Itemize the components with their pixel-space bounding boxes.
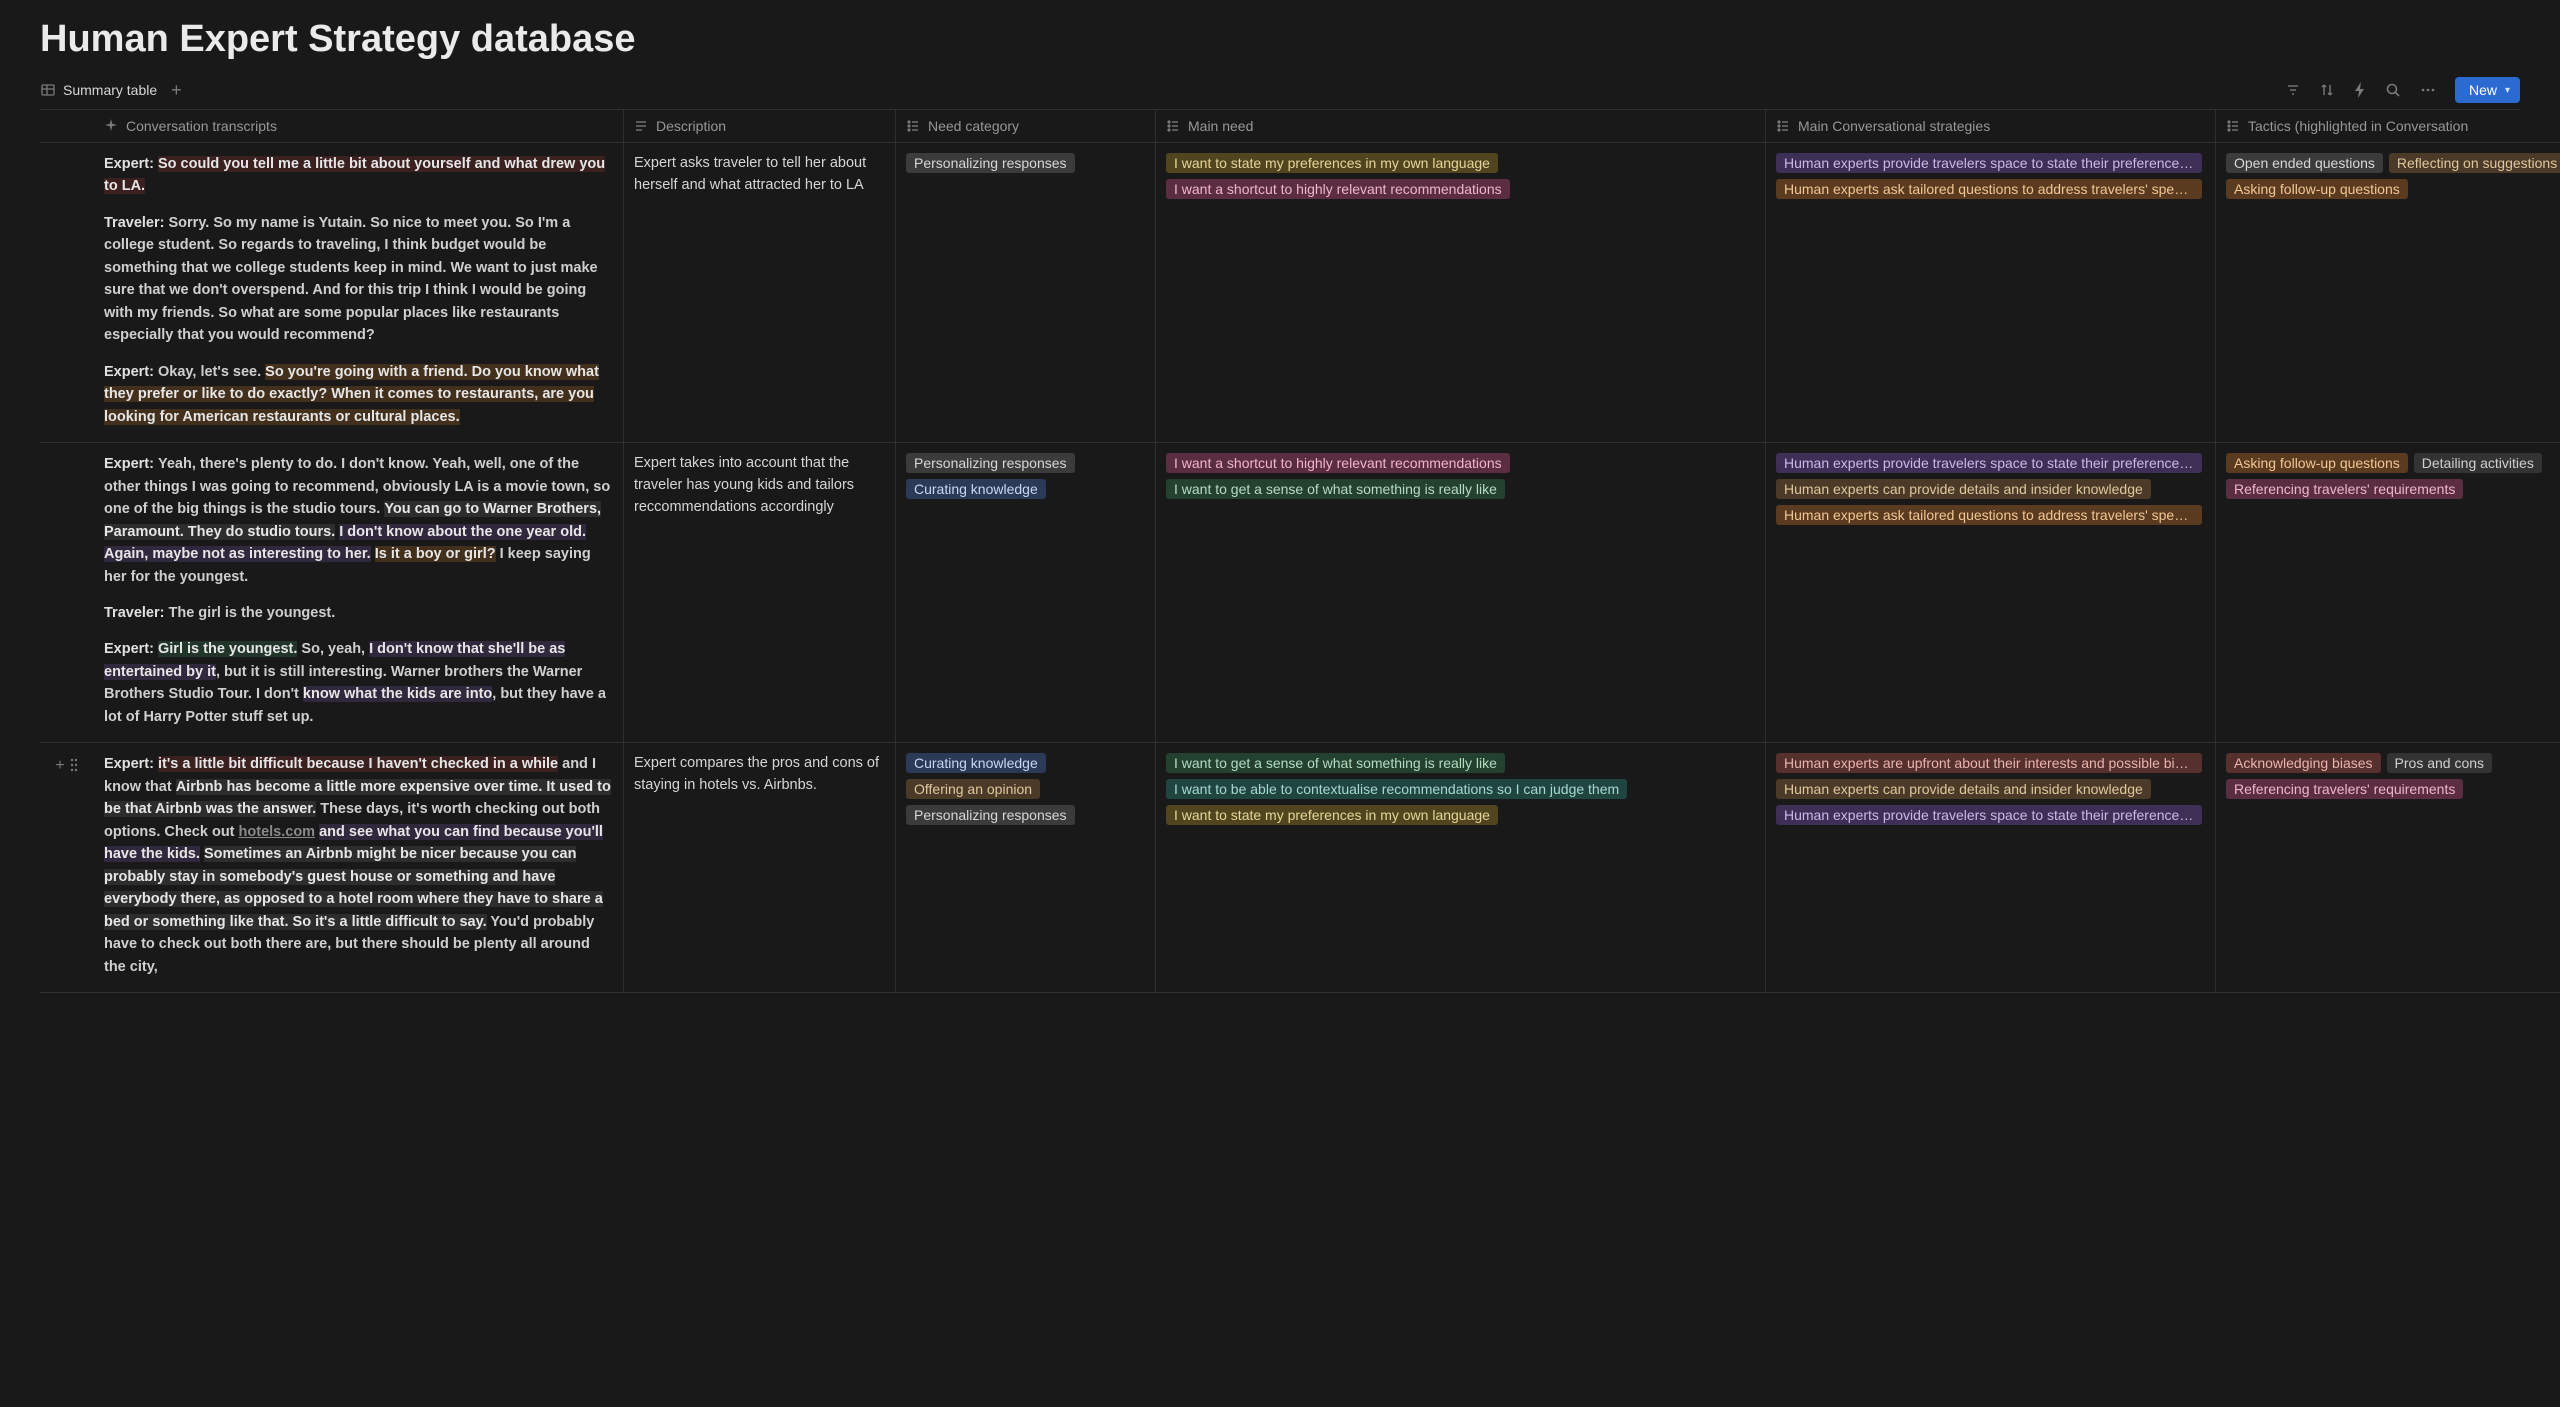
tag[interactable]: Human experts ask tailored questions to … (1776, 505, 2202, 525)
multiselect-icon (2226, 119, 2240, 133)
tag[interactable]: Human experts are upfront about their in… (1776, 753, 2202, 773)
tag[interactable]: Acknowledging biases (2226, 753, 2381, 773)
cell-transcript[interactable]: Expert: Yeah, there's plenty to do. I do… (94, 443, 624, 743)
filter-icon[interactable] (2285, 82, 2301, 98)
tag[interactable]: Human experts provide travelers space to… (1776, 153, 2202, 173)
search-icon[interactable] (2385, 82, 2401, 98)
table-icon (40, 82, 56, 98)
new-button-label: New (2469, 82, 2497, 98)
tag[interactable]: Curating knowledge (906, 753, 1046, 773)
cell-tactics[interactable]: Asking follow-up questions Detailing acti… (2216, 443, 2560, 743)
cell-description[interactable]: Expert compares the pros and cons of sta… (624, 743, 896, 993)
tag[interactable]: I want a shortcut to highly relevant rec… (1166, 453, 1510, 473)
sparkle-icon (104, 119, 118, 133)
cell-tactics[interactable]: Acknowledging biases Pros and cons Referen… (2216, 743, 2560, 993)
drag-handle-icon[interactable] (69, 757, 79, 773)
column-header-description[interactable]: Description (624, 110, 896, 143)
view-tab-label: Summary table (63, 82, 157, 98)
tag[interactable]: Asking follow-up questions (2226, 179, 2408, 199)
tag[interactable]: Human experts provide travelers space to… (1776, 805, 2202, 825)
tag[interactable]: Open ended questions (2226, 153, 2383, 173)
database-table: Conversation transcripts Description Nee… (40, 109, 2520, 993)
tag[interactable]: Pros and cons (2387, 753, 2493, 773)
table-row[interactable]: + Expert: it's a little bit difficult bec… (40, 743, 2520, 993)
page-title: Human Expert Strategy database (40, 18, 2520, 61)
cell-need-category[interactable]: Curating knowledge Offering an opinion Per… (896, 743, 1156, 993)
tag[interactable]: I want to state my preferences in my own… (1166, 805, 1498, 825)
tag[interactable]: Personalizing responses (906, 805, 1075, 825)
cell-strategies[interactable]: Human experts provide travelers space to… (1766, 143, 2216, 443)
tag[interactable]: Referencing travelers' requirements (2226, 479, 2463, 499)
multiselect-icon (1166, 119, 1180, 133)
cell-strategies[interactable]: Human experts provide travelers space to… (1766, 443, 2216, 743)
cell-need-category[interactable]: Personalizing responses Curating knowledg… (896, 443, 1156, 743)
tag[interactable]: I want to get a sense of what something … (1166, 479, 1505, 499)
cell-main-need[interactable]: I want a shortcut to highly relevant rec… (1156, 443, 1766, 743)
automations-icon[interactable] (2353, 82, 2367, 98)
tag[interactable]: Referencing travelers' requirements (2226, 779, 2463, 799)
cell-description[interactable]: Expert takes into account that the trave… (624, 443, 896, 743)
new-button[interactable]: New ▾ (2455, 77, 2520, 103)
multiselect-icon (906, 119, 920, 133)
tag[interactable]: Detailing activities (2414, 453, 2542, 473)
views-bar: Summary table + New ▾ (40, 75, 2520, 109)
column-header-strategies[interactable]: Main Conversational strategies (1766, 110, 2216, 143)
table-row[interactable]: +Expert: So could you tell me a little b… (40, 143, 2520, 443)
tag[interactable]: Personalizing responses (906, 153, 1075, 173)
tag[interactable]: Reflecting on suggestions provided (2389, 153, 2560, 173)
cell-main-need[interactable]: I want to state my preferences in my own… (1156, 143, 1766, 443)
sort-icon[interactable] (2319, 82, 2335, 98)
table-header-row: Conversation transcripts Description Nee… (40, 110, 2520, 143)
tag[interactable]: I want to get a sense of what something … (1166, 753, 1505, 773)
cell-need-category[interactable]: Personalizing responses (896, 143, 1156, 443)
tag[interactable]: I want to be able to contextualise recom… (1166, 779, 1627, 799)
tag[interactable]: Human experts can provide details and in… (1776, 479, 2151, 499)
text-lines-icon (634, 119, 648, 133)
more-icon[interactable] (2419, 82, 2437, 98)
tag[interactable]: I want a shortcut to highly relevant rec… (1166, 179, 1510, 199)
tag[interactable]: Human experts can provide details and in… (1776, 779, 2151, 799)
add-view-button[interactable]: + (171, 81, 182, 99)
table-row[interactable]: +Expert: Yeah, there's plenty to do. I d… (40, 443, 2520, 743)
column-header-need-category[interactable]: Need category (896, 110, 1156, 143)
tag[interactable]: Human experts provide travelers space to… (1776, 453, 2202, 473)
column-header-main-need[interactable]: Main need (1156, 110, 1766, 143)
cell-transcript[interactable]: Expert: So could you tell me a little bi… (94, 143, 624, 443)
tag[interactable]: Personalizing responses (906, 453, 1075, 473)
tag[interactable]: Offering an opinion (906, 779, 1040, 799)
tag[interactable]: Asking follow-up questions (2226, 453, 2408, 473)
cell-strategies[interactable]: Human experts are upfront about their in… (1766, 743, 2216, 993)
add-row-icon[interactable]: + (55, 757, 64, 775)
view-tab-summary-table[interactable]: Summary table (40, 82, 157, 98)
cell-description[interactable]: Expert asks traveler to tell her about h… (624, 143, 896, 443)
multiselect-icon (1776, 119, 1790, 133)
tag[interactable]: I want to state my preferences in my own… (1166, 153, 1498, 173)
cell-main-need[interactable]: I want to get a sense of what something … (1156, 743, 1766, 993)
tag[interactable]: Human experts ask tailored questions to … (1776, 179, 2202, 199)
cell-transcript[interactable]: Expert: it's a little bit difficult beca… (94, 743, 624, 993)
tag[interactable]: Curating knowledge (906, 479, 1046, 499)
cell-tactics[interactable]: Open ended questions Reflecting on sugges… (2216, 143, 2560, 443)
column-header-tactics[interactable]: Tactics (highlighted in Conversation (2216, 110, 2560, 143)
chevron-down-icon: ▾ (2505, 85, 2510, 96)
column-header-transcripts[interactable]: Conversation transcripts (94, 110, 624, 143)
